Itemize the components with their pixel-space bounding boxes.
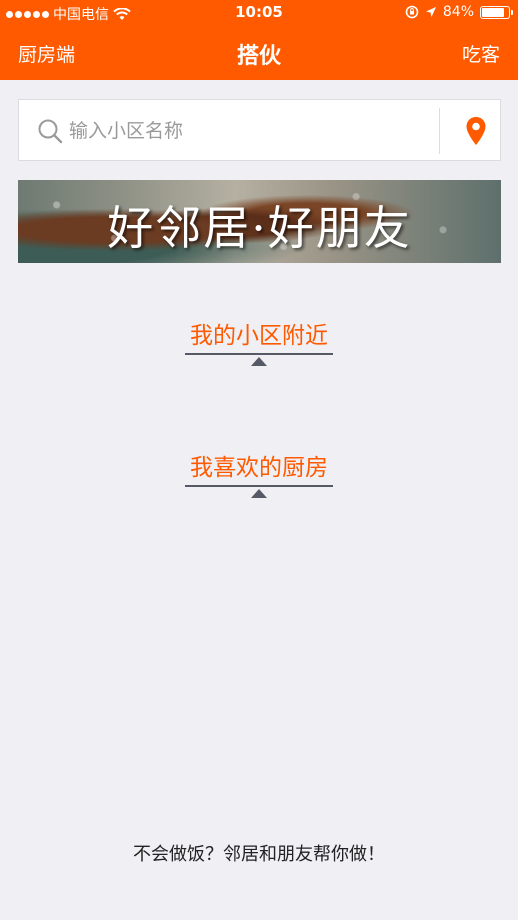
search-bar	[18, 99, 501, 161]
tab-indicator-arrow	[251, 357, 267, 366]
tab-nearby-community[interactable]: 我的小区附近	[0, 316, 518, 350]
search-divider	[439, 108, 440, 154]
search-icon	[38, 119, 63, 144]
orientation-lock-icon	[405, 5, 419, 19]
community-search-input[interactable]	[69, 114, 429, 148]
battery-fill	[482, 7, 504, 17]
app-header: 中国电信 10:05 84% 厨房端 搭伙 吃客	[0, 0, 518, 80]
tab-indicator-arrow	[251, 489, 267, 498]
tab-nearby-community-label: 我的小区附近	[190, 323, 328, 349]
banner-slogan: 好邻居·好朋友	[107, 201, 412, 255]
diner-button[interactable]: 吃客	[462, 40, 500, 67]
location-arrow-icon	[425, 7, 436, 17]
tab-favorite-kitchens[interactable]: 我喜欢的厨房	[0, 448, 518, 482]
page-title: 搭伙	[236, 44, 281, 69]
locate-button[interactable]	[449, 100, 502, 162]
tab-underline	[185, 353, 333, 355]
promo-banner[interactable]: 好邻居·好朋友	[18, 180, 501, 263]
location-pin-icon	[466, 117, 485, 145]
status-bar: 中国电信 10:05 84%	[0, 0, 518, 26]
status-right: 84%	[405, 4, 513, 20]
battery-icon	[480, 5, 513, 19]
footer-slogan: 不会做饭？邻居和朋友帮你做！	[133, 844, 385, 865]
battery-percentage: 84%	[442, 4, 474, 20]
tab-favorite-kitchens-label: 我喜欢的厨房	[190, 455, 328, 481]
tab-underline	[185, 485, 333, 487]
